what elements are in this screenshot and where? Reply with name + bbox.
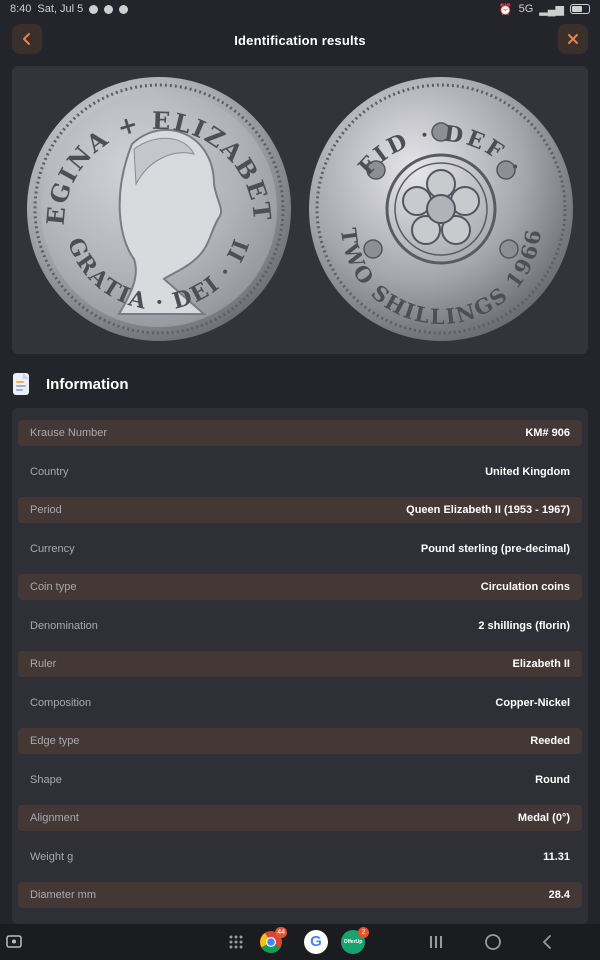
info-row-value: Pound sterling (pre-decimal) xyxy=(420,542,570,555)
info-row-label: Coin type xyxy=(30,581,77,593)
offerup-icon[interactable]: OfferUp 2 xyxy=(341,927,369,954)
info-row-label: Shape xyxy=(30,773,62,786)
info-row: Ruler Elizabeth II xyxy=(18,651,582,677)
info-row-label: Currency xyxy=(30,542,75,555)
signal-icon: ▂▄▆ xyxy=(539,3,564,16)
app-drawer-icon[interactable] xyxy=(228,930,244,954)
info-row: Weight g 11.31 xyxy=(18,844,582,870)
system-nav-bar: 44 G OfferUp 2 xyxy=(0,924,600,960)
info-row: Country United Kingdom xyxy=(18,459,582,485)
info-row-value: KM# 906 xyxy=(525,427,570,439)
info-row-value: 28.4 xyxy=(548,889,570,901)
chevron-left-icon xyxy=(23,33,30,45)
information-section-header: Information xyxy=(12,370,129,398)
chrome-badge: 44 xyxy=(275,927,287,938)
info-row-value: 2 shillings (florin) xyxy=(478,619,570,632)
battery-icon xyxy=(570,4,590,14)
info-row-value: 11.31 xyxy=(543,850,570,863)
info-row-value: Circulation coins xyxy=(480,581,570,593)
section-title: Information xyxy=(46,375,129,393)
notification-icon xyxy=(89,4,99,14)
close-button[interactable] xyxy=(558,24,588,54)
back-nav-button[interactable] xyxy=(540,930,554,954)
info-row: Denomination 2 shillings (florin) xyxy=(18,613,582,639)
information-card: Krause Number KM# 906 Country United Kingdo… xyxy=(12,408,588,924)
info-row: Shape Round xyxy=(18,767,582,793)
info-row: Period Queen Elizabeth II (1953 - 1967) xyxy=(18,497,582,523)
network-label: 5G xyxy=(518,3,534,15)
info-row: Diameter mm 28.4 xyxy=(18,882,582,908)
google-icon[interactable]: G xyxy=(304,930,328,954)
status-date: Sat, Jul 5 xyxy=(37,3,84,15)
info-row-value: United Kingdom xyxy=(485,465,570,478)
info-row: Composition Copper-Nickel xyxy=(18,690,582,716)
chrome-icon[interactable]: 44 xyxy=(259,927,287,954)
info-row-value: Reeded xyxy=(530,735,570,747)
info-row-value: Round xyxy=(535,773,570,786)
info-row: Krause Number KM# 906 xyxy=(18,420,582,446)
recents-button[interactable] xyxy=(428,930,444,954)
info-row-label: Ruler xyxy=(30,658,57,670)
info-row-value: Queen Elizabeth II (1953 - 1967) xyxy=(406,504,570,516)
info-row-label: Weight g xyxy=(30,850,74,863)
info-row-label: Period xyxy=(30,504,62,516)
info-row-label: Composition xyxy=(30,696,92,709)
info-row-label: Krause Number xyxy=(30,427,108,439)
document-icon xyxy=(13,373,29,395)
app-header: Identification results xyxy=(0,22,600,58)
coin-image-card: REGINA + ELIZABETH GRATIA · DEI · II xyxy=(12,66,588,354)
coin-obverse-image[interactable]: REGINA + ELIZABETH GRATIA · DEI · II xyxy=(24,74,294,344)
back-button[interactable] xyxy=(12,24,42,54)
coin-reverse-image[interactable]: FID · DEF · TWO SHILLINGS 1966 xyxy=(306,74,576,344)
messenger-icon xyxy=(119,4,129,14)
info-row: Alignment Medal (0°) xyxy=(18,805,582,831)
info-row-label: Diameter mm xyxy=(30,889,97,901)
info-row: Coin type Circulation coins xyxy=(18,574,582,600)
info-row-label: Alignment xyxy=(30,812,79,824)
info-row-label: Edge type xyxy=(30,735,80,747)
info-row-value: Elizabeth II xyxy=(512,658,570,670)
info-row-label: Country xyxy=(30,465,69,478)
alarm-icon: ⏰ xyxy=(498,3,513,16)
google-letter: G xyxy=(310,933,322,950)
info-row-value: Copper-Nickel xyxy=(495,696,570,709)
page-title: Identification results xyxy=(234,32,366,48)
home-button[interactable] xyxy=(484,930,502,954)
info-row: Currency Pound sterling (pre-decimal) xyxy=(18,536,582,562)
offerup-badge: 2 xyxy=(358,927,369,938)
status-time: 8:40 xyxy=(10,3,32,15)
close-icon xyxy=(568,34,578,44)
info-row: Edge type Reeded xyxy=(18,728,582,754)
messenger-icon xyxy=(104,4,114,14)
status-bar: 8:40 Sat, Jul 5 ⏰ 5G ▂▄▆ xyxy=(0,0,600,18)
screenshot-icon[interactable] xyxy=(6,930,22,954)
info-row-value: Medal (0°) xyxy=(517,812,570,824)
info-row-label: Denomination xyxy=(30,619,98,632)
